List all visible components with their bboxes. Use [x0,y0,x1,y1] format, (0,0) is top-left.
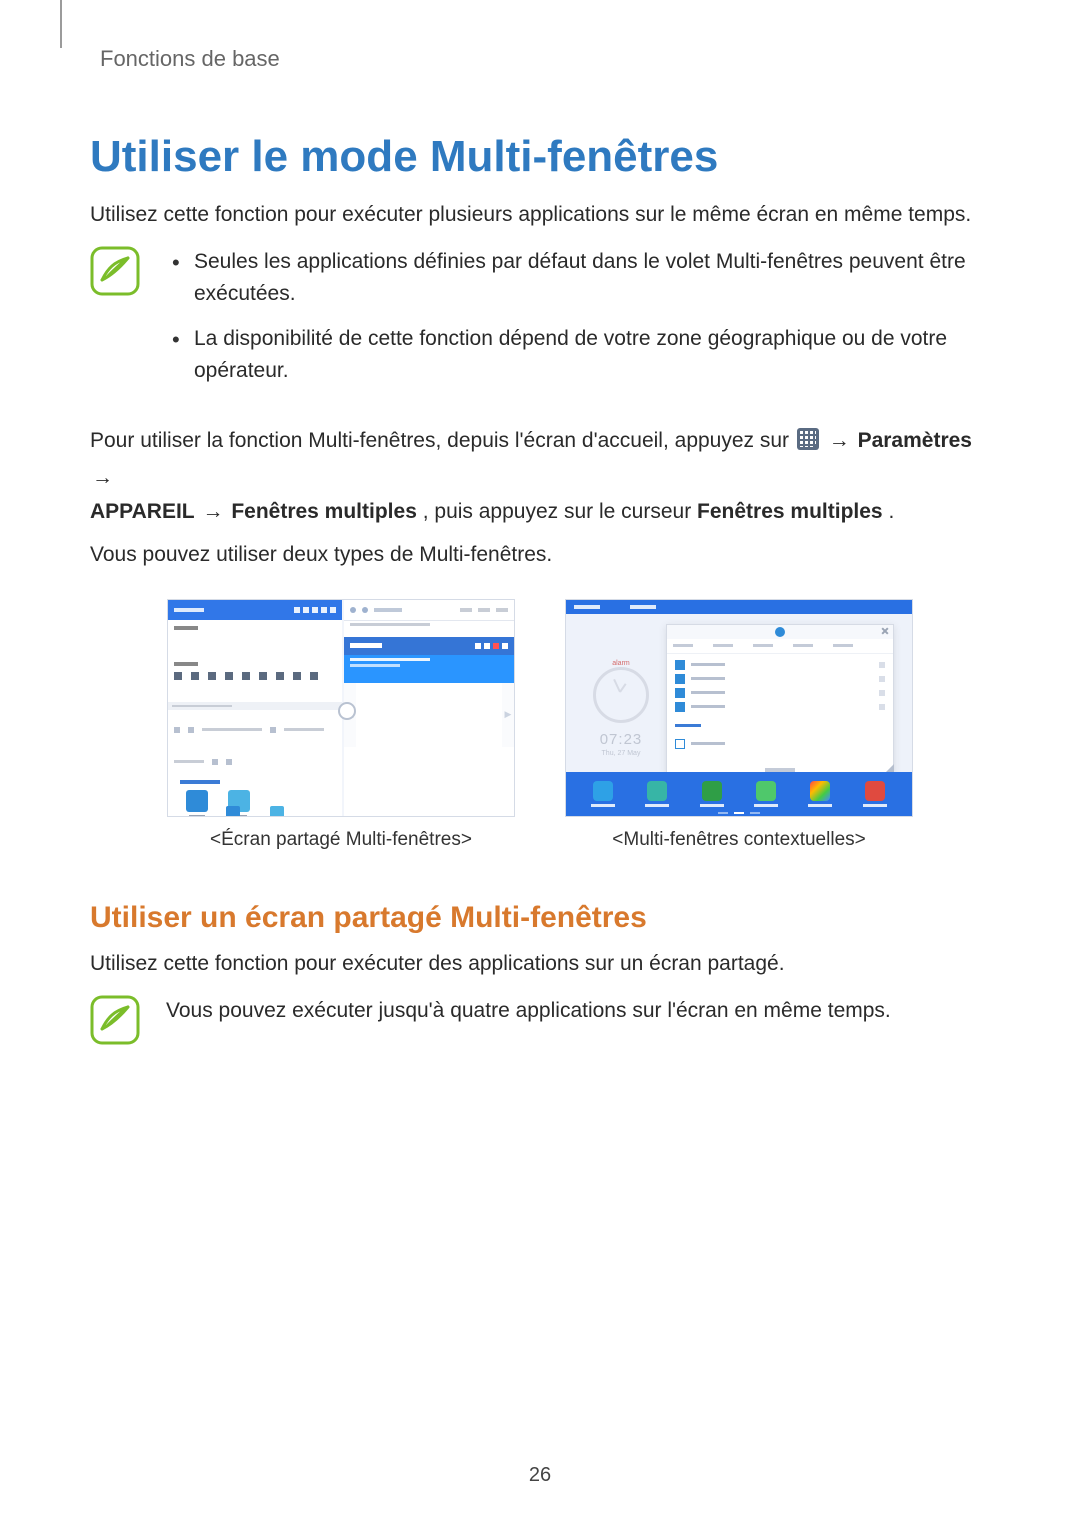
instr-settings: Paramètres [858,429,972,452]
page-title: Utiliser le mode Multi-fenêtres [90,132,990,182]
clock-label: alarm [586,660,656,667]
note-bullet-list: Seules les applications définies par déf… [166,246,990,386]
document-page: Fonctions de base Utiliser le mode Multi… [0,0,1080,1527]
figure-split-caption: <Écran partagé Multi-fenêtres> [210,829,472,851]
figure-split-screen-image: ◀▶ [167,599,515,817]
types-paragraph: Vous pouvez utiliser deux types de Multi… [90,540,990,570]
instr-part4: , puis appuyez sur le curseur [423,500,697,523]
arrow-3: → [200,500,231,523]
page-number: 26 [0,1464,1080,1487]
subheading: Utiliser un écran partagé Multi-fenêtres [90,901,990,935]
note-block-2: Vous pouvez exécuter jusqu'à quatre appl… [90,995,990,1045]
left-margin-rule [60,0,62,48]
note-icon-svg [90,995,140,1045]
figure-popup-window-image: alarm 07:23 Thu, 27 May [565,599,913,817]
instr-part1: Pour utiliser la fonction Multi-fenêtres… [90,429,795,452]
section-header: Fonctions de base [100,46,990,72]
instr-appareil: APPAREIL [90,500,195,523]
arrow-2: → [90,466,115,489]
instr-part6: . [888,500,894,523]
figure-split-screen: ◀▶ <Écran partagé Multi-fenêtres> [167,599,515,851]
instr-fenetres2: Fenêtres multiples [697,500,883,523]
note-icon [90,246,140,296]
note-icon [90,995,140,1045]
split-handle-icon [338,702,356,720]
popup-window [666,624,894,776]
note-2-text: Vous pouvez exécuter jusqu'à quatre appl… [166,999,891,1022]
close-icon [881,627,889,635]
sub-intro-paragraph: Utilisez cette fonction pour exécuter de… [90,949,990,979]
clock-date: Thu, 27 May [586,750,656,757]
note-icon-svg [90,246,140,296]
note-block-1: Seules les applications définies par déf… [90,246,990,400]
apps-grid-icon [797,427,819,461]
clock-icon [593,667,649,723]
popup-handle-icon [775,627,785,637]
figure-popup-window: alarm 07:23 Thu, 27 May [565,599,913,851]
instr-fenetres1: Fenêtres multiples [231,500,417,523]
figures-row: ◀▶ <Écran partagé Multi-fenêtres> alarm … [90,599,990,851]
note-bullet-2: La disponibilité de cette fonction dépen… [166,323,990,386]
arrow-1: → [827,429,858,452]
figure-popup-caption: <Multi-fenêtres contextuelles> [612,829,865,851]
note-body-1: Seules les applications définies par déf… [166,246,990,400]
note-body-2: Vous pouvez exécuter jusqu'à quatre appl… [166,995,990,1027]
clock-time: 07:23 [586,731,656,748]
instruction-paragraph: Pour utiliser la fonction Multi-fenêtres… [90,424,990,528]
intro-paragraph: Utilisez cette fonction pour exécuter pl… [90,200,990,230]
note-bullet-1: Seules les applications définies par déf… [166,246,990,309]
